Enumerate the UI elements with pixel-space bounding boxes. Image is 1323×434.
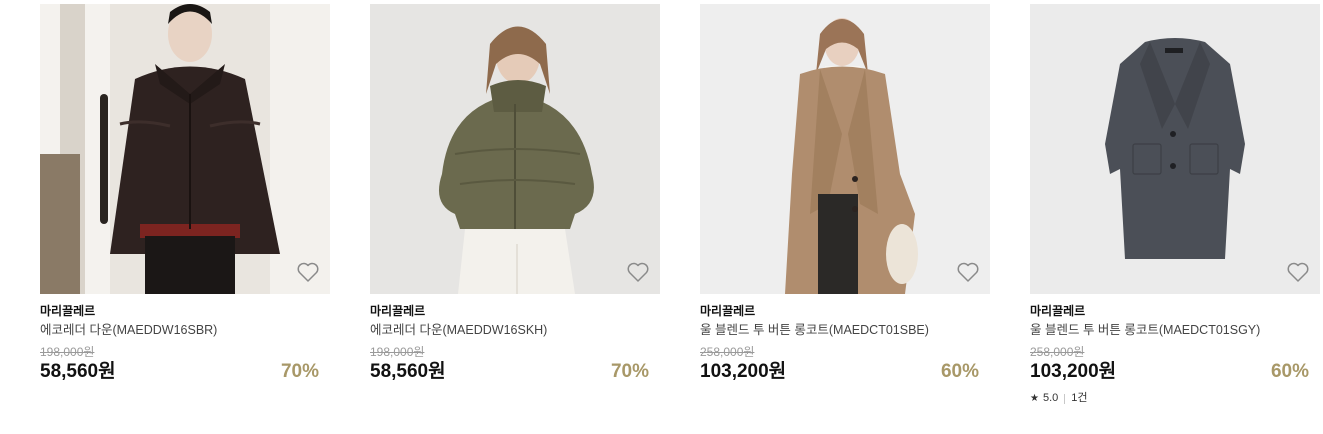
discount-rate: 70% xyxy=(280,361,319,382)
sale-price: 103,200원 xyxy=(1030,361,1117,382)
divider xyxy=(1064,393,1066,404)
product-card[interactable]: 마리끌레르 에코레더 다운(MAEDDW16SKH) 198,000원 58,5… xyxy=(370,4,660,384)
product-card[interactable]: 마리끌레르 울 블렌드 투 버튼 롱코트(MAEDCT01SGY) 258,00… xyxy=(1030,4,1320,405)
original-price: 258,000원 xyxy=(700,345,755,359)
product-name[interactable]: 울 블렌드 투 버튼 롱코트(MAEDCT01SGY) xyxy=(1030,323,1320,338)
product-brand: 마리끌레르 xyxy=(40,304,96,318)
star-icon: ★ xyxy=(1030,393,1039,404)
discount-rate: 60% xyxy=(940,361,979,382)
product-brand: 마리끌레르 xyxy=(700,304,756,318)
product-photo xyxy=(370,4,660,294)
product-image[interactable] xyxy=(370,4,660,294)
product-name[interactable]: 에코레더 다운(MAEDDW16SKH) xyxy=(370,323,660,338)
product-image[interactable] xyxy=(1030,4,1320,294)
heart-outline-icon[interactable] xyxy=(1286,260,1310,284)
rating-score: 5.0 xyxy=(1042,392,1059,404)
product-photo xyxy=(1030,4,1320,294)
original-price: 198,000원 xyxy=(40,345,95,359)
sale-price: 103,200원 xyxy=(700,361,787,382)
original-price: 198,000원 xyxy=(370,345,425,359)
heart-outline-icon[interactable] xyxy=(296,260,320,284)
product-brand: 마리끌레르 xyxy=(1030,304,1086,318)
price-row: 103,200원 60% xyxy=(1030,360,1320,384)
product-photo xyxy=(40,4,330,294)
product-brand: 마리끌레르 xyxy=(370,304,426,318)
product-name[interactable]: 울 블렌드 투 버튼 롱코트(MAEDCT01SBE) xyxy=(700,323,990,338)
review-summary[interactable]: ★ 5.0 1건 xyxy=(1030,392,1320,405)
heart-outline-icon[interactable] xyxy=(626,260,650,284)
product-name[interactable]: 에코레더 다운(MAEDDW16SBR) xyxy=(40,323,330,338)
product-card[interactable]: 마리끌레르 울 블렌드 투 버튼 롱코트(MAEDCT01SBE) 258,00… xyxy=(700,4,990,384)
product-grid: 마리끌레르 에코레더 다운(MAEDDW16SBR) 198,000원 58,5… xyxy=(0,0,1323,434)
price-row: 103,200원 60% xyxy=(700,360,990,384)
sale-price: 58,560원 xyxy=(370,361,446,382)
discount-rate: 60% xyxy=(1270,361,1309,382)
price-row: 58,560원 70% xyxy=(40,360,330,384)
product-photo xyxy=(700,4,990,294)
product-image[interactable] xyxy=(700,4,990,294)
review-count: 1건 xyxy=(1071,392,1088,404)
heart-outline-icon[interactable] xyxy=(956,260,980,284)
original-price: 258,000원 xyxy=(1030,345,1085,359)
discount-rate: 70% xyxy=(610,361,649,382)
product-card[interactable]: 마리끌레르 에코레더 다운(MAEDDW16SBR) 198,000원 58,5… xyxy=(40,4,330,384)
price-row: 58,560원 70% xyxy=(370,360,660,384)
sale-price: 58,560원 xyxy=(40,361,116,382)
product-image[interactable] xyxy=(40,4,330,294)
